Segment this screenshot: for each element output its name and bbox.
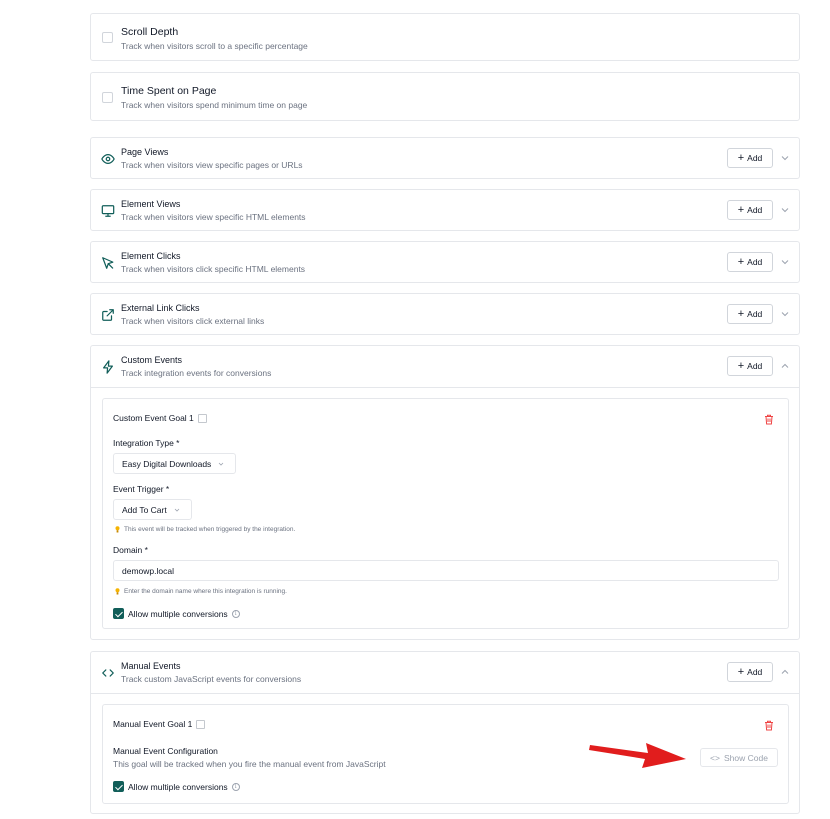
chevron-down-icon[interactable]	[781, 310, 789, 318]
info-icon[interactable]: i	[231, 609, 240, 618]
section-divider	[91, 387, 799, 388]
chevron-down-icon[interactable]	[781, 206, 789, 214]
scroll-depth-checkbox[interactable]	[102, 32, 113, 43]
goal-description: Track custom JavaScript events for conve…	[121, 674, 302, 684]
goal-description: Track when visitors spend minimum time o…	[121, 100, 308, 110]
add-label: Add	[747, 361, 763, 371]
manual-config-description: This goal will be tracked when you fire …	[113, 759, 386, 769]
chevron-down-icon[interactable]	[781, 258, 789, 266]
integration-type-value: Easy Digital Downloads	[122, 458, 212, 469]
show-code-button[interactable]: <> Show Code	[700, 748, 778, 767]
goal-title: Manual Events	[121, 661, 181, 671]
goal-title: Scroll Depth	[121, 26, 179, 38]
allow-multiple-row: Allow multiple conversions i	[113, 781, 240, 792]
goal-title: Custom Events	[121, 355, 183, 365]
goal-card-time-spent: Time Spent on Page Track when visitors s…	[90, 72, 800, 121]
domain-label: Domain *	[113, 545, 148, 555]
plus-icon: +	[737, 203, 745, 216]
plus-icon: +	[737, 255, 745, 268]
goal-description: Track when visitors click specific HTML …	[121, 264, 306, 274]
event-trigger-hint: This event will be tracked when triggere…	[115, 526, 295, 533]
lightbulb-icon	[115, 526, 120, 533]
goal-card-element-clicks: Element Clicks Track when visitors click…	[90, 241, 800, 283]
goal-card-page-views: Page Views Track when visitors view spec…	[90, 137, 800, 179]
code-icon: <>	[710, 752, 720, 763]
edit-icon[interactable]	[197, 414, 207, 424]
goal-description: Track when visitors view specific pages …	[121, 160, 303, 170]
eye-icon	[101, 152, 115, 166]
integration-type-select[interactable]: Easy Digital Downloads	[113, 453, 236, 474]
chevron-up-icon[interactable]	[781, 362, 789, 370]
manual-config-label: Manual Event Configuration	[113, 746, 218, 756]
hint-text: This event will be tracked when triggere…	[124, 526, 296, 533]
annotation-arrow	[589, 743, 686, 768]
domain-hint: Enter the domain name where this integra…	[115, 588, 287, 595]
cursor-click-icon	[101, 256, 115, 270]
add-label: Add	[747, 667, 763, 677]
goal-title: Page Views	[121, 147, 169, 157]
section-divider	[91, 693, 799, 694]
goal-card-external-link-clicks: External Link Clicks Track when visitors…	[90, 293, 800, 335]
domain-value: demowp.local	[122, 565, 174, 576]
chevron-down-icon	[174, 507, 180, 513]
event-trigger-label: Event Trigger *	[113, 484, 170, 494]
code-icon	[101, 666, 115, 680]
allow-multiple-checkbox[interactable]	[113, 608, 124, 619]
trash-icon[interactable]	[764, 414, 774, 425]
allow-multiple-row: Allow multiple conversions i	[113, 608, 240, 619]
domain-input[interactable]: demowp.local	[113, 560, 779, 581]
external-link-icon	[101, 308, 115, 322]
allow-multiple-label: Allow multiple conversions	[128, 781, 228, 792]
goal-name: Custom Event Goal 1	[113, 413, 194, 423]
show-code-label: Show Code	[723, 752, 768, 763]
goal-title: Element Views	[121, 199, 181, 209]
add-page-view-button[interactable]: + Add	[727, 148, 773, 168]
add-label: Add	[747, 153, 763, 163]
lightbulb-icon	[115, 588, 120, 595]
goal-description: Track when visitors view specific HTML e…	[121, 212, 306, 222]
add-label: Add	[747, 205, 763, 215]
integration-type-label: Integration Type *	[113, 438, 180, 448]
chevron-up-icon[interactable]	[781, 668, 789, 676]
add-label: Add	[747, 257, 763, 267]
monitor-icon	[101, 204, 115, 218]
goal-name: Manual Event Goal 1	[113, 719, 193, 729]
plus-icon: +	[737, 359, 745, 372]
edit-icon[interactable]	[196, 720, 206, 730]
add-label: Add	[747, 309, 763, 319]
goal-card-manual-events: Manual Events Track custom JavaScript ev…	[90, 651, 800, 814]
add-external-link-button[interactable]: + Add	[727, 304, 773, 324]
goal-description: Track when visitors click external links	[121, 316, 265, 326]
chevron-down-icon	[218, 461, 224, 467]
trash-icon[interactable]	[764, 720, 774, 731]
goal-name-row: Manual Event Goal 1	[113, 719, 206, 730]
add-element-view-button[interactable]: + Add	[727, 200, 773, 220]
lightning-icon	[101, 360, 115, 374]
add-element-click-button[interactable]: + Add	[727, 252, 773, 272]
goal-title: Time Spent on Page	[121, 85, 217, 97]
goal-name-row: Custom Event Goal 1	[113, 413, 207, 424]
add-custom-event-button[interactable]: + Add	[727, 356, 773, 376]
goal-title: Element Clicks	[121, 251, 181, 261]
goal-card-scroll-depth: Scroll Depth Track when visitors scroll …	[90, 13, 800, 61]
time-spent-checkbox[interactable]	[102, 92, 113, 103]
event-trigger-value: Add To Cart	[122, 504, 167, 515]
allow-multiple-label: Allow multiple conversions	[128, 608, 228, 619]
allow-multiple-checkbox[interactable]	[113, 781, 124, 792]
plus-icon: +	[737, 151, 745, 164]
goal-description: Track when visitors scroll to a specific…	[121, 41, 308, 51]
goal-card-element-views: Element Views Track when visitors view s…	[90, 189, 800, 231]
hint-text: Enter the domain name where this integra…	[124, 588, 287, 595]
chevron-down-icon[interactable]	[781, 154, 789, 162]
plus-icon: +	[737, 665, 745, 678]
goal-title: External Link Clicks	[121, 303, 200, 313]
info-icon[interactable]: i	[231, 782, 240, 791]
goal-description: Track integration events for conversions	[121, 368, 272, 378]
event-trigger-select[interactable]: Add To Cart	[113, 499, 192, 520]
custom-event-goal-card: Custom Event Goal 1 Integration Type * E…	[102, 398, 789, 629]
add-manual-event-button[interactable]: + Add	[727, 662, 773, 682]
plus-icon: +	[737, 307, 745, 320]
goal-card-custom-events: Custom Events Track integration events f…	[90, 345, 800, 640]
